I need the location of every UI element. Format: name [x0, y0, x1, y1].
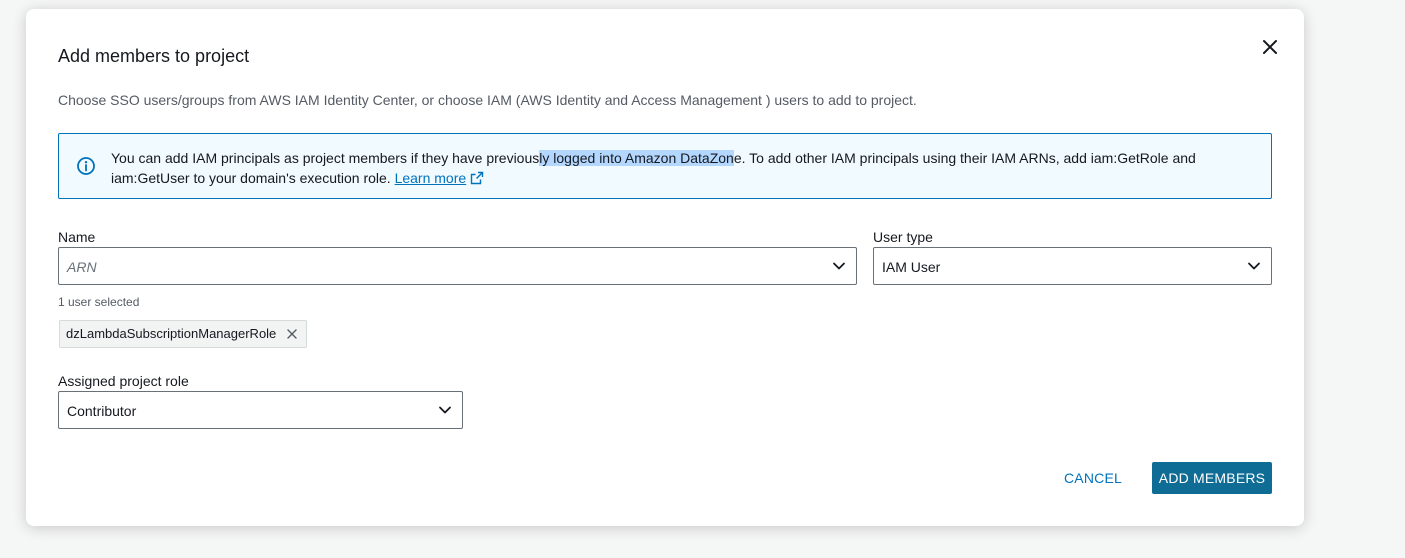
chevron-down-icon	[1248, 262, 1260, 270]
close-icon	[1263, 40, 1277, 54]
info-icon	[77, 157, 95, 175]
close-button[interactable]	[1260, 37, 1280, 57]
add-members-button[interactable]: ADD MEMBERS	[1152, 462, 1272, 494]
dialog-description: Choose SSO users/groups from AWS IAM Ide…	[58, 92, 917, 108]
info-alert: You can add IAM principals as project me…	[58, 133, 1272, 199]
add-members-dialog: Add members to project Choose SSO users/…	[26, 9, 1304, 526]
user-type-value: IAM User	[882, 259, 941, 275]
project-role-select[interactable]: Contributor	[58, 391, 463, 429]
token-label: dzLambdaSubscriptionManagerRole	[66, 326, 277, 341]
info-text-selected: ly logged into Amazon DataZon	[539, 150, 734, 166]
selected-user-token: dzLambdaSubscriptionManagerRole	[59, 320, 308, 348]
name-select[interactable]: ARN	[58, 247, 857, 285]
user-type-label: User type	[873, 229, 933, 245]
cancel-button[interactable]: CANCEL	[1064, 469, 1122, 487]
learn-more-link[interactable]: Learn more	[395, 170, 467, 186]
info-alert-text: You can add IAM principals as project me…	[111, 148, 1251, 188]
selection-count: 1 user selected	[58, 295, 140, 309]
external-link-icon[interactable]	[470, 171, 484, 185]
name-placeholder: ARN	[67, 259, 97, 275]
chevron-down-icon	[833, 262, 845, 270]
dialog-title: Add members to project	[58, 46, 250, 66]
project-role-value: Contributor	[67, 403, 137, 419]
chevron-down-icon	[439, 406, 451, 414]
info-text-part: You can add IAM principals as project me…	[111, 150, 540, 166]
user-type-select[interactable]: IAM User	[873, 247, 1272, 285]
remove-token-icon[interactable]	[286, 328, 298, 340]
name-field-label: Name	[58, 229, 96, 245]
project-role-label: Assigned project role	[58, 373, 189, 389]
